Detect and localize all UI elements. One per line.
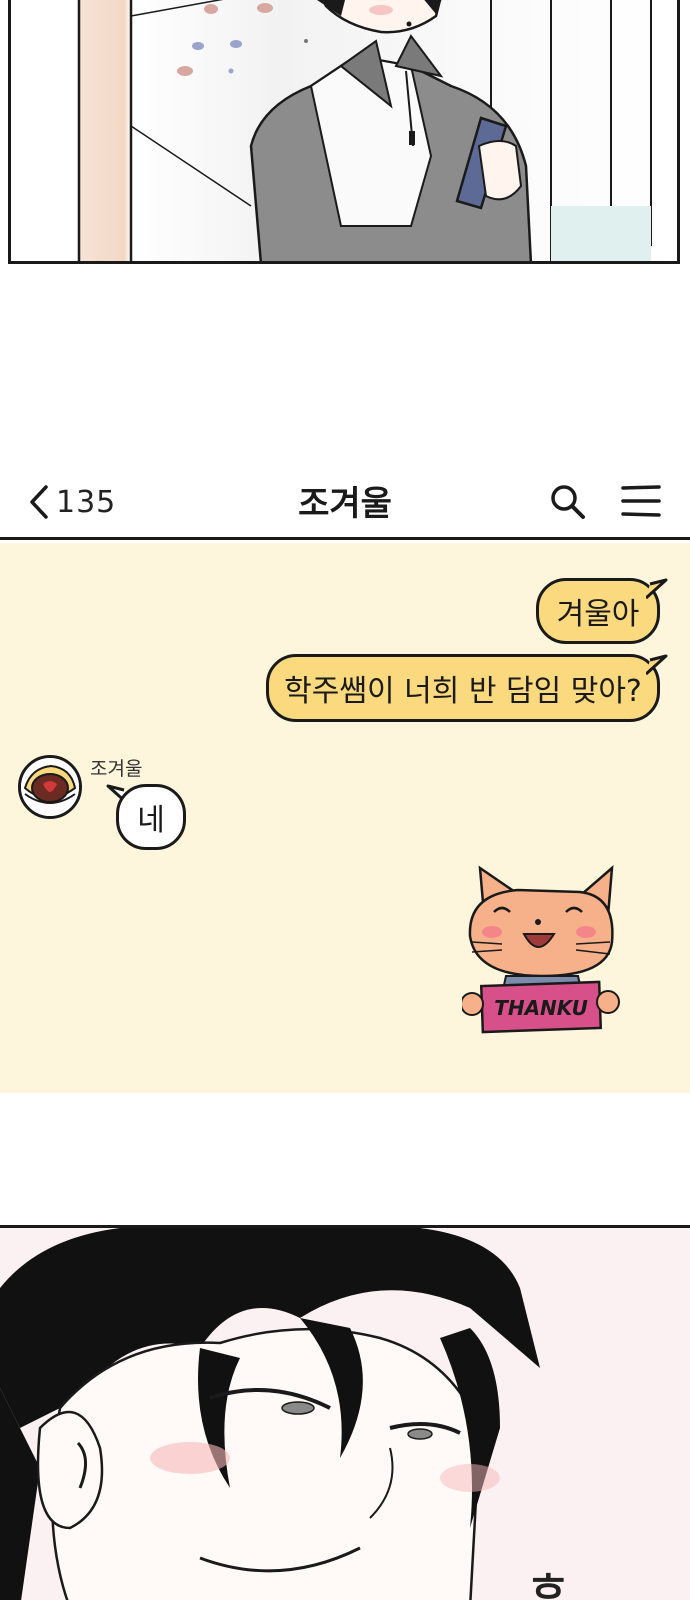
search-icon	[551, 485, 585, 519]
search-button[interactable]	[548, 482, 588, 522]
sent-message-bubble: 학주쌤이 너희 반 담임 맞아?	[266, 654, 660, 722]
comic-panel-bottom	[0, 1225, 690, 1600]
bubble-tail	[646, 578, 668, 600]
sender-name: 조겨울	[90, 758, 143, 780]
comic-panel-top	[8, 0, 680, 264]
menu-button[interactable]	[620, 482, 662, 520]
avatar[interactable]	[18, 755, 82, 819]
received-message-bubble: 네	[116, 784, 186, 850]
comic-illustration-bottom	[0, 1228, 690, 1600]
comic-illustration-top	[77, 0, 652, 261]
bubble-tail	[646, 654, 668, 676]
hamburger-menu-icon	[621, 485, 661, 517]
sound-effect-text: 흐	[530, 1570, 567, 1600]
cat-thanku-sticker-image: THANKU	[460, 865, 620, 1034]
avatar-image	[21, 758, 79, 816]
sent-message-bubble: 겨울아	[536, 578, 660, 644]
sticker-text: THANKU	[494, 996, 588, 1020]
cat-sticker: THANKU	[460, 864, 624, 1040]
